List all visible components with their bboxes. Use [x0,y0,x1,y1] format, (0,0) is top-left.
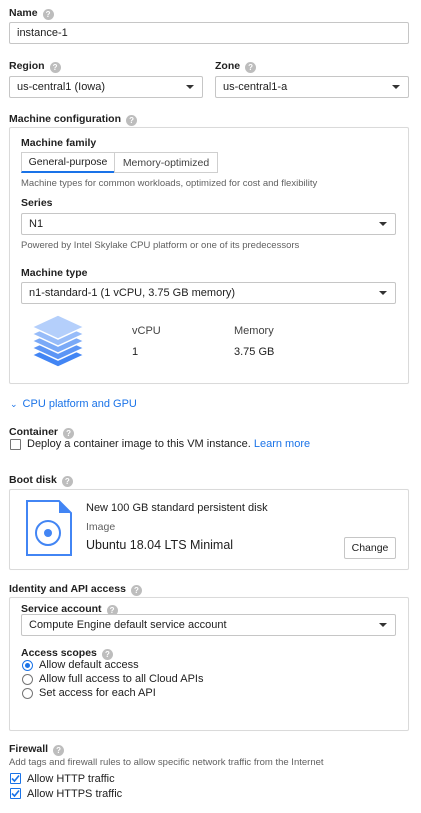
scope-radio-each[interactable] [22,688,33,699]
help-icon[interactable]: ? [53,745,65,756]
name-input-value: instance-1 [17,27,68,39]
firewall-label: Firewall? [9,743,65,756]
name-label-text: Name [9,7,38,19]
boot-disk-image-label: Image [86,521,116,533]
memory-value: 3.75 GB [234,346,275,358]
help-icon[interactable]: ? [61,476,73,487]
machine-type-select[interactable]: n1-standard-1 (1 vCPU, 3.75 GB memory) [21,282,396,304]
region-label: Region? [9,60,61,73]
container-label-text: Container [9,426,59,438]
dropdown-arrow-icon [186,85,194,89]
machine-config-label: Machine configuration? [9,113,138,126]
zone-select-value: us-central1-a [223,81,288,93]
container-checkbox-text: Deploy a container image to this VM inst… [27,438,251,450]
cpu-platform-expand-link[interactable]: ⌄ CPU platform and GPU [10,398,137,410]
machine-config-label-text: Machine configuration [9,113,122,125]
container-checkbox[interactable] [10,439,21,450]
firewall-description: Add tags and firewall rules to allow spe… [9,757,324,768]
machine-family-description: Machine types for common workloads, opti… [21,178,318,189]
name-label: Name? [9,7,54,20]
zone-select[interactable]: us-central1-a [215,76,409,98]
scope-radio-default[interactable] [22,660,33,671]
zone-label: Zone? [215,60,257,73]
http-checkbox-label: Allow HTTP traffic [27,773,115,785]
series-select-value: N1 [29,218,44,230]
identity-label-text: Identity and API access [9,583,126,595]
learn-more-link[interactable]: Learn more [254,438,310,450]
https-checkbox-label: Allow HTTPS traffic [27,788,123,800]
region-label-text: Region [9,60,45,72]
disk-file-icon [26,500,72,556]
zone-label-text: Zone [215,60,241,72]
memory-header: Memory [234,325,274,337]
service-account-select-value: Compute Engine default service account [29,619,227,631]
help-icon[interactable]: ? [49,62,61,73]
machine-stack-icon [30,314,86,368]
name-input[interactable]: instance-1 [9,22,409,44]
service-account-select[interactable]: Compute Engine default service account [21,614,396,636]
change-button[interactable]: Change [344,537,396,559]
series-select[interactable]: N1 [21,213,396,235]
dropdown-arrow-icon [379,222,387,226]
chevron-down-icon: ⌄ [10,399,18,409]
machine-family-label: Machine family [21,137,97,149]
http-checkbox[interactable] [10,773,21,784]
check-icon [11,774,20,783]
access-scopes-label-text: Access scopes [21,647,97,659]
dropdown-arrow-icon [392,85,400,89]
cpu-platform-link-text: CPU platform and GPU [22,398,137,410]
vcpu-value: 1 [132,346,139,358]
dropdown-arrow-icon [379,291,387,295]
boot-disk-label-text: Boot disk [9,474,57,486]
help-icon[interactable]: ? [130,585,142,596]
help-icon[interactable]: ? [245,62,257,73]
dropdown-arrow-icon [379,623,387,627]
boot-disk-label: Boot disk? [9,474,73,487]
series-label: Series [21,197,53,209]
help-icon[interactable]: ? [126,115,138,126]
region-select[interactable]: us-central1 (Iowa) [9,76,203,98]
identity-label: Identity and API access? [9,583,142,596]
https-checkbox[interactable] [10,788,21,799]
scope-radio-full[interactable] [22,674,33,685]
tab-general-purpose[interactable]: General-purpose [21,152,115,173]
scope-option-each: Set access for each API [39,687,156,699]
machine-type-select-value: n1-standard-1 (1 vCPU, 3.75 GB memory) [29,287,236,299]
container-checkbox-label: Deploy a container image to this VM inst… [27,438,310,450]
vcpu-header: vCPU [132,325,161,337]
series-description: Powered by Intel Skylake CPU platform or… [21,240,300,251]
machine-type-label: Machine type [21,267,88,279]
firewall-label-text: Firewall [9,743,49,755]
help-icon[interactable]: ? [42,9,54,20]
check-icon [11,789,20,798]
boot-disk-title: New 100 GB standard persistent disk [86,502,268,514]
boot-disk-image-value: Ubuntu 18.04 LTS Minimal [86,538,234,552]
region-select-value: us-central1 (Iowa) [17,81,106,93]
scope-option-full: Allow full access to all Cloud APIs [39,673,204,685]
scope-option-default: Allow default access [39,659,139,671]
tab-memory-optimized[interactable]: Memory-optimized [114,152,218,173]
